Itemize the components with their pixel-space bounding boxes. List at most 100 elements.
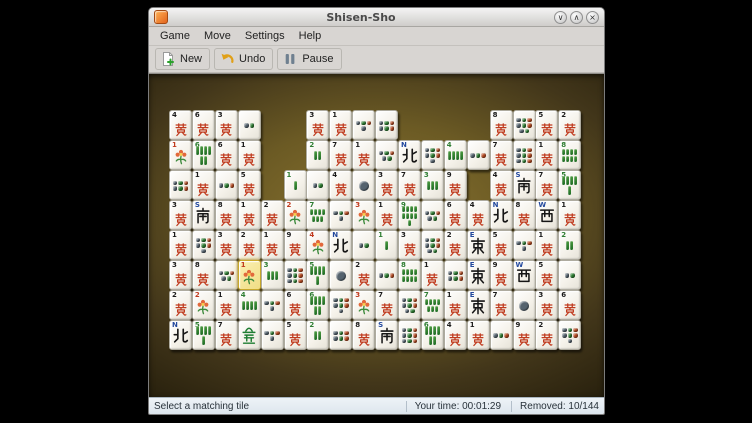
tile-d7[interactable] bbox=[558, 320, 581, 350]
tile-c1[interactable]: 1 bbox=[169, 230, 192, 260]
tile-wN[interactable]: N bbox=[398, 140, 421, 170]
tile-wE[interactable]: E bbox=[467, 260, 490, 290]
tile-wN[interactable]: N bbox=[490, 200, 513, 230]
tile-d3[interactable] bbox=[490, 320, 513, 350]
tile-c1[interactable]: 1 bbox=[215, 290, 238, 320]
minimize-button[interactable]: ∨ bbox=[554, 11, 567, 24]
tile-wW[interactable]: W bbox=[513, 260, 536, 290]
tile-d9[interactable] bbox=[398, 320, 421, 350]
tile-c3[interactable]: 3 bbox=[398, 230, 421, 260]
tile-b6[interactable]: 6 bbox=[306, 290, 329, 320]
tile-c1[interactable]: 1 bbox=[192, 170, 215, 200]
tile-d7[interactable] bbox=[329, 290, 352, 320]
tile-d3[interactable] bbox=[215, 170, 238, 200]
tile-wS[interactable]: S bbox=[513, 170, 536, 200]
tile-d8[interactable] bbox=[421, 230, 444, 260]
tile-c7[interactable]: 7 bbox=[490, 140, 513, 170]
tile-d4[interactable] bbox=[513, 230, 536, 260]
tile-f3[interactable]: 3 bbox=[352, 290, 375, 320]
tile-d1[interactable] bbox=[352, 170, 375, 200]
tile-c1[interactable]: 1 bbox=[558, 200, 581, 230]
tile-c3[interactable]: 3 bbox=[535, 290, 558, 320]
tile-b5[interactable]: 5 bbox=[306, 260, 329, 290]
tile-c1[interactable]: 1 bbox=[375, 200, 398, 230]
tile-c3[interactable]: 3 bbox=[375, 170, 398, 200]
tile-c1[interactable]: 1 bbox=[352, 140, 375, 170]
tile-c2[interactable]: 2 bbox=[169, 290, 192, 320]
toolbar-new[interactable]: New bbox=[155, 48, 210, 70]
maximize-button[interactable]: ∧ bbox=[570, 11, 583, 24]
tile-d8[interactable] bbox=[513, 110, 536, 140]
tile-wW[interactable]: W bbox=[535, 200, 558, 230]
tile-d5[interactable] bbox=[375, 140, 398, 170]
tile-b3[interactable]: 3 bbox=[261, 260, 284, 290]
tile-d9[interactable] bbox=[513, 140, 536, 170]
tile-d2[interactable] bbox=[238, 110, 261, 140]
menu-help[interactable]: Help bbox=[292, 29, 329, 43]
tile-d4[interactable] bbox=[329, 200, 352, 230]
tile-c6[interactable]: 6 bbox=[444, 200, 467, 230]
tile-f1-selected[interactable]: 1 bbox=[238, 260, 261, 290]
tile-c1[interactable]: 1 bbox=[329, 110, 352, 140]
tile-c1[interactable]: 1 bbox=[421, 260, 444, 290]
tile-c2[interactable]: 2 bbox=[444, 230, 467, 260]
tile-c9[interactable]: 9 bbox=[490, 260, 513, 290]
tile-c3[interactable]: 3 bbox=[215, 230, 238, 260]
tile-c8[interactable]: 8 bbox=[513, 200, 536, 230]
tile-c7[interactable]: 7 bbox=[490, 290, 513, 320]
tile-c7[interactable]: 7 bbox=[329, 140, 352, 170]
tile-d3[interactable] bbox=[467, 140, 490, 170]
tile-wE[interactable]: E bbox=[467, 230, 490, 260]
menu-game[interactable]: Game bbox=[153, 29, 197, 43]
tile-b1[interactable]: 1 bbox=[375, 230, 398, 260]
tile-b1[interactable]: 1 bbox=[284, 170, 307, 200]
tile-c5[interactable]: 5 bbox=[284, 320, 307, 350]
tile-wN[interactable]: N bbox=[329, 230, 352, 260]
tile-c8[interactable]: 8 bbox=[352, 320, 375, 350]
tile-d2[interactable] bbox=[306, 170, 329, 200]
tile-c3[interactable]: 3 bbox=[169, 200, 192, 230]
tile-c3[interactable]: 3 bbox=[215, 110, 238, 140]
tile-c9[interactable]: 9 bbox=[284, 230, 307, 260]
tile-c1[interactable]: 1 bbox=[238, 140, 261, 170]
tile-d7[interactable] bbox=[421, 140, 444, 170]
tile-c9[interactable]: 9 bbox=[513, 320, 536, 350]
tile-d2[interactable] bbox=[352, 230, 375, 260]
tile-f2[interactable]: 2 bbox=[192, 290, 215, 320]
tile-c5[interactable]: 5 bbox=[238, 170, 261, 200]
tile-d5[interactable] bbox=[215, 260, 238, 290]
tile-b5[interactable]: 5 bbox=[192, 320, 215, 350]
tile-c1[interactable]: 1 bbox=[535, 230, 558, 260]
tile-d1[interactable] bbox=[329, 260, 352, 290]
tile-b2[interactable]: 2 bbox=[306, 140, 329, 170]
tile-b8[interactable]: 8 bbox=[558, 140, 581, 170]
tile-c4[interactable]: 4 bbox=[444, 320, 467, 350]
tile-c2[interactable]: 2 bbox=[238, 230, 261, 260]
tile-d1[interactable] bbox=[513, 290, 536, 320]
tile-d6[interactable] bbox=[169, 170, 192, 200]
tile-c6[interactable]: 6 bbox=[558, 290, 581, 320]
tile-c8[interactable]: 8 bbox=[215, 200, 238, 230]
tile-b2[interactable]: 2 bbox=[306, 320, 329, 350]
tile-d8[interactable] bbox=[398, 290, 421, 320]
tile-f4[interactable]: 4 bbox=[306, 230, 329, 260]
tile-g1[interactable] bbox=[238, 320, 261, 350]
tile-b6[interactable]: 6 bbox=[421, 320, 444, 350]
tile-d3[interactable] bbox=[375, 260, 398, 290]
tile-d6[interactable] bbox=[375, 110, 398, 140]
tile-c7[interactable]: 7 bbox=[535, 170, 558, 200]
tile-d2[interactable] bbox=[558, 260, 581, 290]
tile-d6[interactable] bbox=[329, 320, 352, 350]
tile-b5[interactable]: 5 bbox=[558, 170, 581, 200]
tile-c3[interactable]: 3 bbox=[169, 260, 192, 290]
toolbar-undo[interactable]: Undo bbox=[214, 48, 273, 70]
tile-b4[interactable]: 4 bbox=[444, 140, 467, 170]
tile-c8[interactable]: 8 bbox=[490, 110, 513, 140]
tile-b2[interactable]: 2 bbox=[558, 230, 581, 260]
tile-c3[interactable]: 3 bbox=[306, 110, 329, 140]
tile-f3[interactable]: 3 bbox=[352, 200, 375, 230]
toolbar-pause[interactable]: Pause bbox=[277, 48, 341, 70]
tile-c5[interactable]: 5 bbox=[490, 230, 513, 260]
tile-d9[interactable] bbox=[284, 260, 307, 290]
tile-c8[interactable]: 8 bbox=[192, 260, 215, 290]
